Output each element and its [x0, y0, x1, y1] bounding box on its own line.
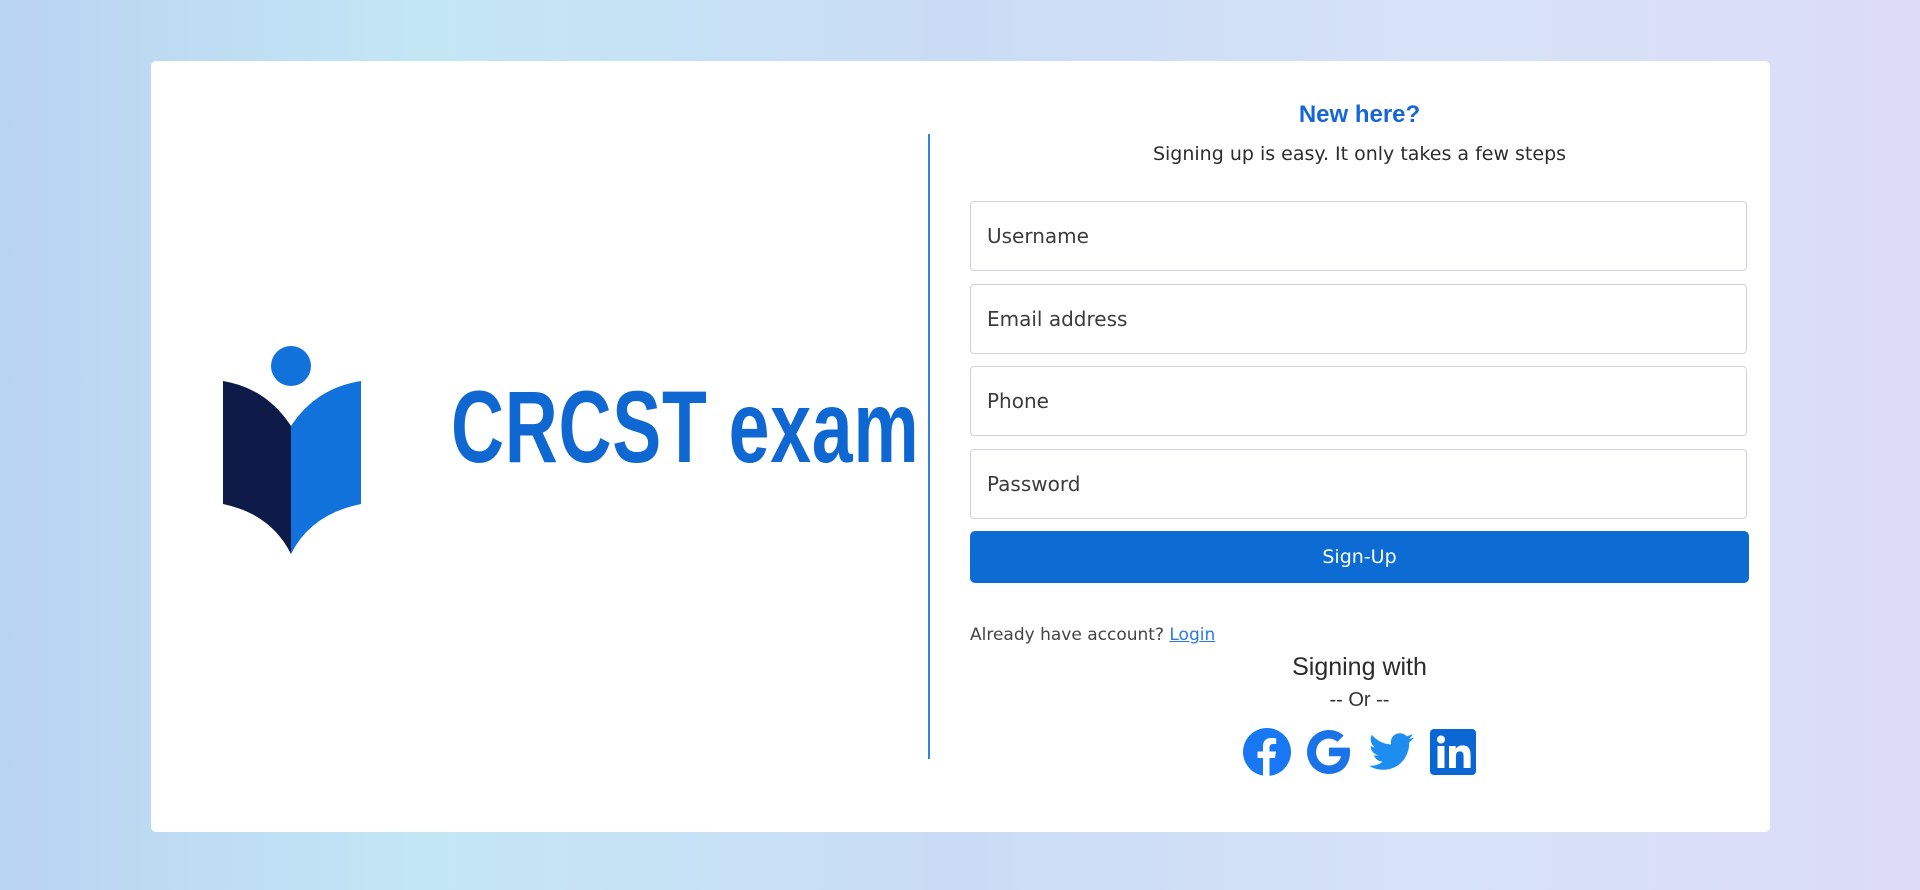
logo-text: CRCST exam — [451, 370, 920, 484]
signup-card: CRCST exam New here? Signing up is easy.… — [151, 61, 1770, 832]
social-login-row — [970, 727, 1749, 777]
already-account-label: Already have account? — [970, 625, 1164, 645]
facebook-icon[interactable] — [1242, 727, 1292, 777]
google-icon[interactable] — [1304, 727, 1354, 777]
linkedin-icon[interactable] — [1428, 727, 1478, 777]
signup-heading: New here? — [1298, 101, 1421, 128]
username-input[interactable] — [970, 201, 1747, 271]
book-person-icon — [223, 346, 361, 554]
twitter-icon[interactable] — [1366, 727, 1416, 777]
already-account-text: Already have account? Login — [970, 625, 1215, 645]
logo: CRCST exam — [221, 346, 919, 558]
signing-with-label: Signing with — [1292, 653, 1427, 681]
signup-subheading: Signing up is easy. It only takes a few … — [1152, 143, 1567, 165]
phone-input[interactable] — [970, 366, 1747, 436]
email-input[interactable] — [970, 284, 1747, 354]
login-link[interactable]: Login — [1169, 625, 1215, 645]
signup-button[interactable]: Sign-Up — [970, 531, 1749, 583]
or-separator: -- Or -- — [1329, 689, 1390, 711]
vertical-divider — [928, 134, 930, 759]
password-input[interactable] — [970, 449, 1747, 519]
